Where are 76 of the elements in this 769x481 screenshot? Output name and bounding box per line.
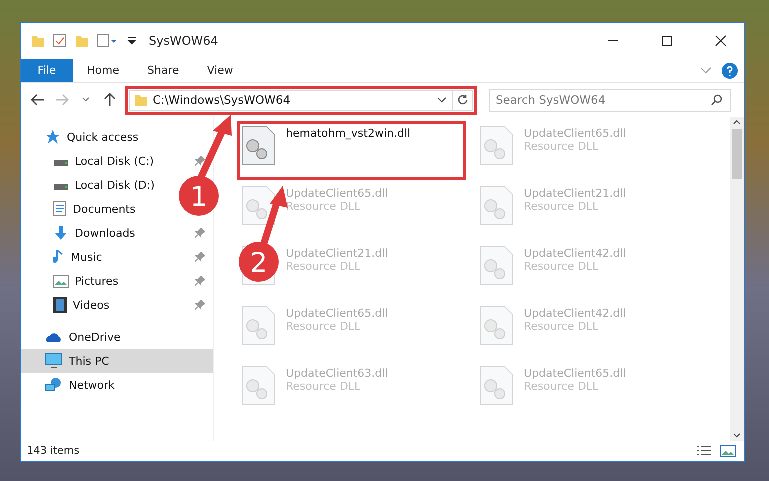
ribbon-tab[interactable]: Share (133, 59, 194, 82)
search-icon (711, 94, 723, 106)
ribbon-tab[interactable]: File (21, 59, 73, 82)
step-number-badge: 2 (239, 242, 279, 282)
pin-icon[interactable] (195, 252, 205, 262)
file-type: Resource DLL (286, 320, 362, 333)
gear-file-icon (480, 186, 514, 226)
star-icon (45, 129, 61, 145)
sidebar-item[interactable]: Documents (21, 197, 144, 221)
file-type: Resource DLL (286, 260, 362, 273)
file-type: Resource DLL (524, 260, 600, 273)
chevron-up-icon[interactable] (733, 119, 741, 125)
up-arrow-icon (104, 93, 116, 107)
file-type: Resource DLL (286, 380, 362, 393)
gear-file-icon (242, 126, 276, 166)
film-icon (53, 297, 67, 313)
window-title: SysWOW64 (149, 34, 220, 48)
sidebar-item[interactable]: Pictures (21, 269, 213, 293)
document-icon (53, 201, 67, 217)
file-type: Resource DLL (524, 140, 600, 153)
picture-icon (53, 274, 69, 288)
gear-file-icon (242, 366, 276, 406)
down-arrow-icon (53, 225, 69, 241)
checklist-icon[interactable] (53, 34, 67, 48)
sidebar-item[interactable]: Downloads (21, 221, 213, 245)
sidebar-item[interactable]: Music (21, 245, 213, 269)
details-view-icon[interactable] (696, 445, 712, 457)
pin-icon[interactable] (195, 156, 205, 166)
sidebar-item[interactable]: Local Disk (D:) (21, 173, 163, 197)
pin-icon[interactable] (195, 228, 205, 238)
pin-icon[interactable] (195, 300, 205, 310)
right-arrow-icon (55, 94, 69, 106)
dropdown-icon[interactable] (127, 36, 137, 46)
file-type: Resource DLL (524, 320, 600, 333)
ribbon-tab[interactable]: View (193, 59, 248, 82)
sidebar-item[interactable]: This PC (21, 349, 213, 373)
sidebar-item[interactable]: OneDrive (21, 325, 129, 349)
chevron-down-icon[interactable] (437, 97, 447, 103)
pointer-arrow (260, 186, 288, 246)
scroll-thumb[interactable] (732, 129, 742, 179)
properties-icon[interactable] (97, 34, 119, 48)
left-arrow-icon (31, 94, 45, 106)
step-number-badge: 1 (179, 176, 219, 216)
music-note-icon (53, 249, 65, 265)
gear-file-icon (242, 186, 276, 226)
item-count: 143 items (27, 445, 81, 457)
address-bar[interactable]: C:\Windows\SysWOW64 (129, 90, 473, 110)
gear-file-icon (480, 246, 514, 286)
close-icon (715, 35, 727, 47)
ribbon-tab[interactable]: Home (73, 59, 134, 82)
gear-file-icon (480, 366, 514, 406)
monitor-icon (45, 353, 63, 369)
gear-file-icon (242, 306, 276, 346)
sidebar-item[interactable]: Local Disk (C:) (21, 149, 213, 173)
gear-file-icon (480, 126, 514, 166)
file-type: Resource DLL (524, 380, 600, 393)
gear-file-icon (480, 306, 514, 346)
scroll-bar[interactable] (730, 117, 744, 441)
sidebar-item[interactable]: Quick access (21, 125, 147, 149)
sidebar-item[interactable]: Network (21, 373, 123, 397)
picture-icon[interactable] (720, 445, 736, 457)
file-name[interactable]: hematohm_vst2win.dll (286, 127, 411, 140)
maximize-icon (661, 35, 673, 47)
pin-icon[interactable] (195, 276, 205, 286)
refresh-icon (456, 94, 468, 106)
sidebar-item[interactable]: Videos (21, 293, 213, 317)
network-icon (45, 377, 63, 393)
folder-icon (134, 93, 148, 107)
chevron-down-icon[interactable] (733, 433, 741, 439)
cloud-icon (45, 331, 63, 343)
help-icon[interactable] (722, 62, 738, 78)
chevron-down-icon (82, 97, 90, 103)
file-type: Resource DLL (524, 200, 600, 213)
folder-icon (31, 34, 45, 48)
search-field[interactable]: Search SysWOW64 (489, 88, 731, 112)
file-type: Resource DLL (286, 200, 362, 213)
